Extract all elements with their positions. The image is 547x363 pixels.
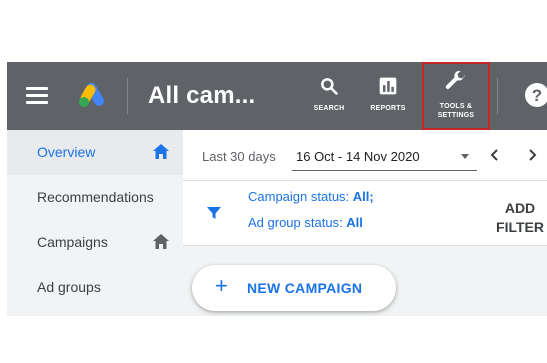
date-range-preset: Last 30 days bbox=[202, 149, 276, 164]
ad-group-status-value: All bbox=[346, 215, 363, 230]
divider bbox=[497, 78, 498, 114]
search-button[interactable]: SEARCH bbox=[305, 62, 353, 130]
top-app-bar: All cam... SEARCH REPORTS TOOLS & SETTIN… bbox=[7, 62, 547, 130]
reports-label: REPORTS bbox=[370, 105, 406, 112]
chevron-left-icon[interactable] bbox=[489, 148, 501, 162]
svg-text:?: ? bbox=[532, 86, 542, 105]
date-underline bbox=[292, 170, 477, 171]
campaign-status-label: Campaign status: bbox=[248, 189, 350, 204]
date-range-bar: Last 30 days 16 Oct - 14 Nov 2020 bbox=[183, 130, 547, 181]
tools-settings-label-line1: TOOLS & bbox=[439, 103, 473, 110]
menu-icon[interactable] bbox=[26, 87, 48, 105]
app-window: All cam... SEARCH REPORTS TOOLS & SETTIN… bbox=[7, 62, 547, 316]
sidebar-item-label: Recommendations bbox=[37, 189, 154, 205]
campaign-status-value: All; bbox=[352, 189, 374, 204]
filter-icon[interactable] bbox=[207, 206, 221, 220]
tools-settings-label-line2: SETTINGS bbox=[437, 112, 475, 119]
reports-button[interactable]: REPORTS bbox=[361, 62, 415, 130]
plus-icon: + bbox=[215, 273, 228, 298]
ad-group-status-filter[interactable]: Ad group status: All bbox=[248, 215, 363, 230]
wrench-icon bbox=[445, 70, 465, 89]
tools-settings-button[interactable]: TOOLS & SETTINGS bbox=[422, 62, 490, 130]
sidebar-item-campaigns[interactable]: Campaigns bbox=[7, 220, 183, 265]
main-content: + NEW CAMPAIGN bbox=[183, 246, 547, 316]
campaign-status-filter[interactable]: Campaign status: All; bbox=[248, 189, 374, 204]
sidebar-item-ad-groups[interactable]: Ad groups bbox=[7, 265, 183, 310]
sidebar-item-overview[interactable]: Overview bbox=[7, 130, 183, 175]
sidebar-item-recommendations[interactable]: Recommendations bbox=[7, 175, 183, 220]
chevron-right-icon[interactable] bbox=[526, 148, 538, 162]
ad-group-status-label: Ad group status: bbox=[248, 215, 343, 230]
sidebar-item-label: Campaigns bbox=[37, 234, 108, 250]
help-icon[interactable]: ? bbox=[524, 82, 547, 108]
sidebar-nav: Overview Recommendations Campaigns Ad gr… bbox=[7, 130, 183, 316]
search-label: SEARCH bbox=[313, 105, 345, 112]
add-filter-label-line2: FILTER bbox=[496, 219, 544, 235]
add-filter-button[interactable]: ADD FILTER bbox=[489, 199, 547, 237]
add-filter-label-line1: ADD bbox=[504, 200, 536, 216]
new-campaign-label: NEW CAMPAIGN bbox=[247, 280, 363, 296]
sidebar-item-label: Overview bbox=[37, 144, 96, 160]
google-ads-logo-icon[interactable] bbox=[78, 82, 108, 108]
new-campaign-button[interactable]: + NEW CAMPAIGN bbox=[192, 265, 396, 311]
sidebar-item-label: Ad groups bbox=[37, 279, 101, 295]
home-icon bbox=[153, 234, 169, 249]
divider bbox=[127, 78, 128, 114]
reports-icon bbox=[379, 77, 397, 95]
date-range-selector[interactable]: 16 Oct - 14 Nov 2020 bbox=[296, 149, 420, 164]
home-icon bbox=[153, 144, 169, 159]
filter-bar: Campaign status: All; Ad group status: A… bbox=[183, 181, 547, 246]
search-icon bbox=[321, 78, 338, 95]
dropdown-caret-icon[interactable] bbox=[461, 154, 469, 159]
page-title: All cam... bbox=[148, 82, 256, 109]
